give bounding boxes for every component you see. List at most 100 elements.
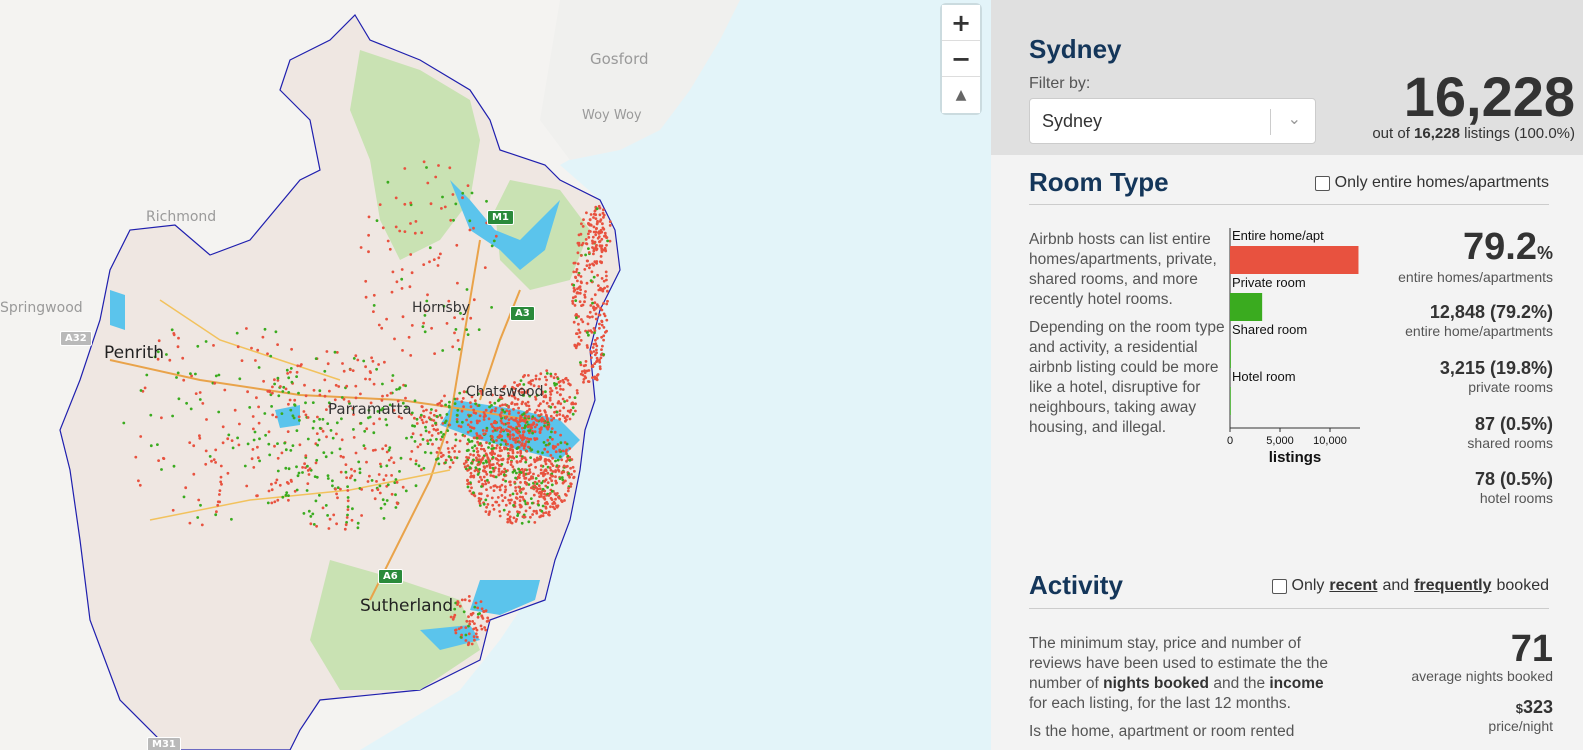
listing-dot — [250, 457, 254, 461]
listing-dot — [463, 434, 467, 438]
checkbox-box[interactable] — [1271, 578, 1287, 594]
listing-dot — [471, 446, 474, 449]
listing-dot — [548, 435, 552, 439]
listing-dot — [434, 428, 438, 432]
listing-dot — [595, 207, 599, 211]
filter-select[interactable]: Sydney ⌄ — [1029, 98, 1316, 144]
listing-dot — [204, 449, 208, 453]
listing-dot — [499, 430, 502, 434]
listing-dot — [545, 372, 549, 375]
listing-dot — [298, 443, 302, 447]
listing-dot — [238, 377, 242, 381]
recent-link[interactable]: recent — [1329, 577, 1377, 595]
map-canvas[interactable] — [0, 0, 991, 750]
listing-dot — [511, 492, 515, 496]
listing-dot — [547, 494, 551, 497]
listing-total-caption: out of 16,228 listings (100.0%) — [1372, 125, 1575, 142]
listing-dot — [539, 464, 543, 468]
listing-dot — [589, 279, 593, 282]
listing-dot — [368, 474, 371, 478]
listing-dot — [394, 196, 398, 200]
listing-dot — [544, 443, 548, 447]
listing-dot — [529, 515, 532, 519]
listing-dot — [379, 465, 383, 468]
listing-dot — [469, 453, 472, 456]
checkbox-box[interactable] — [1314, 175, 1330, 191]
listing-dot — [465, 288, 469, 291]
listing-dot — [461, 397, 465, 400]
listing-dot — [606, 285, 609, 288]
listing-dot — [573, 304, 577, 307]
compass-button[interactable]: ▲ — [942, 77, 980, 113]
listing-dot — [472, 226, 475, 230]
listing-dot — [566, 379, 570, 382]
shield-a32: A32 — [60, 331, 92, 346]
listing-dot — [537, 474, 540, 477]
listing-dot — [386, 239, 390, 243]
listing-dot — [274, 481, 278, 485]
listing-dot — [585, 344, 589, 347]
listing-dot — [587, 247, 590, 251]
listing-dot — [543, 492, 546, 496]
filter-label: Filter by: — [1029, 75, 1091, 92]
listing-dot — [485, 199, 488, 203]
listing-dot — [256, 445, 259, 449]
listing-dot — [491, 463, 495, 466]
listing-dot — [279, 385, 282, 388]
listing-dot — [518, 499, 522, 503]
listing-dot — [527, 472, 531, 475]
listing-dot — [520, 442, 524, 445]
headline-pct-sign: % — [1536, 243, 1553, 263]
listing-dot — [508, 437, 512, 441]
listing-dot — [543, 479, 547, 483]
listing-dot — [555, 505, 559, 509]
listing-dot — [587, 232, 590, 236]
listing-dot — [520, 402, 524, 406]
listing-dot — [524, 402, 527, 406]
listing-dot — [462, 462, 466, 466]
map-label-chatswood: Chatswood — [466, 384, 544, 400]
frequently-link[interactable]: frequently — [1414, 577, 1491, 595]
listing-dot — [599, 255, 603, 258]
listing-dot — [514, 428, 518, 432]
listing-dot — [525, 449, 529, 453]
listing-dot — [523, 426, 526, 430]
map-view[interactable]: Gosford Woy Woy Richmond Springwood Penr… — [0, 0, 991, 750]
listing-dot — [143, 386, 147, 390]
only-recent-frequent-checkbox[interactable]: Only recent and frequently booked — [1271, 577, 1549, 595]
listing-dot — [602, 213, 606, 217]
listing-dot — [518, 489, 522, 493]
listing-dot — [372, 304, 376, 307]
listing-dot — [227, 433, 231, 437]
listing-dot — [267, 442, 271, 446]
listing-dot — [476, 463, 480, 467]
listing-dot — [508, 493, 512, 497]
listing-dot — [484, 414, 487, 418]
listing-dot — [547, 510, 551, 514]
listing-dot — [459, 626, 463, 629]
listing-dot — [434, 421, 437, 425]
listing-dot — [425, 408, 428, 412]
listing-dot — [598, 313, 602, 317]
listing-dot — [280, 451, 284, 455]
zoom-out-button[interactable]: − — [942, 41, 980, 77]
zoom-in-button[interactable]: + — [942, 5, 980, 41]
listing-dot — [543, 489, 547, 493]
chevron-down-icon[interactable]: ⌄ — [1288, 109, 1301, 129]
listing-dot — [255, 396, 258, 400]
listing-dot — [517, 485, 521, 489]
listing-dot — [592, 252, 595, 256]
listing-dot — [413, 399, 417, 403]
listing-dot — [451, 446, 454, 450]
listing-dot — [334, 487, 337, 491]
listing-dot — [494, 457, 498, 460]
listing-dot — [578, 300, 582, 303]
listing-dot — [598, 206, 602, 210]
listing-dot — [440, 416, 444, 420]
listing-dot — [377, 363, 380, 366]
only-entire-homes-checkbox[interactable]: Only entire homes/apartments — [1314, 174, 1549, 192]
listing-dot — [468, 414, 471, 418]
listing-dot — [544, 410, 547, 414]
listing-dot — [579, 254, 583, 257]
listing-dot — [437, 432, 440, 435]
